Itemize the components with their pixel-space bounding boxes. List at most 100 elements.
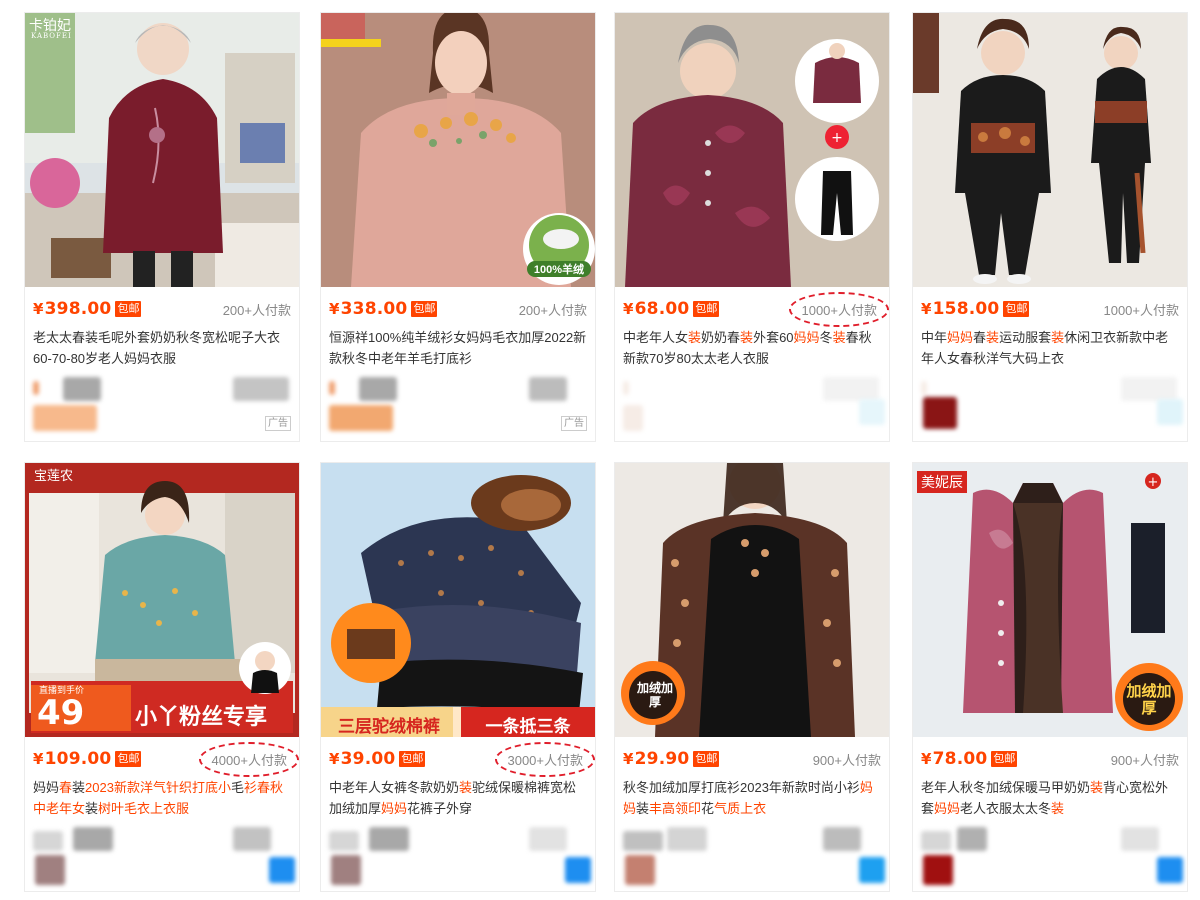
product-card[interactable]: 宝莲农 直播到手价 49 小丫粉丝专享 ¥109.00 包邮 4000+人付款 … (24, 462, 300, 892)
title-text: 老人衣服太太冬 (960, 801, 1052, 816)
title-text: 奶奶春 (701, 330, 741, 345)
product-image[interactable] (913, 13, 1187, 287)
brand-logo: 美妮辰 (917, 471, 967, 493)
product-card[interactable]: 100%羊绒 ¥338.00 包邮 200+人付款 恒源祥100%纯羊绒衫女妈妈… (320, 12, 596, 442)
price-row: ¥68.00 包邮 1000+人付款 (623, 291, 889, 327)
title-keyword-highlight: 装 (1090, 780, 1104, 795)
price: ¥109.00 (33, 749, 112, 769)
feature-badge: 加绒加厚 (636, 681, 673, 709)
price-row: ¥158.00 包邮 1000+人付款 (921, 297, 1179, 321)
free-shipping-badge: 包邮 (115, 301, 142, 317)
product-title[interactable]: 秋冬加绒加厚打底衫2023年新款时尚小衫妈妈装丰高领印花气质上衣 (623, 777, 881, 821)
title-text: 冬 (819, 330, 833, 345)
price: ¥68.00 (623, 299, 690, 319)
price-row: ¥338.00 包邮 200+人付款 (329, 297, 587, 321)
product-image[interactable]: 卡铂妃 KABOFEI (25, 13, 299, 287)
title-keyword-highlight: 丰高领印 (649, 801, 702, 816)
product-card[interactable]: 三层驼绒棉裤 一条抵三条 ¥39.00 包邮 3000+人付款 中老年人女裤冬款… (320, 462, 596, 892)
product-title[interactable]: 老年人秋冬加绒保暖马甲奶奶装背心宽松外套妈妈老人衣服太太冬装 (921, 777, 1179, 821)
title-keyword-highlight: 妈妈 (793, 330, 820, 345)
banner-right-text: 一条抵三条 (485, 717, 571, 736)
paid-count: 200+人付款 (518, 302, 587, 318)
price-row: ¥39.00 包邮 3000+人付款 (329, 741, 595, 777)
material-badge: 100%羊绒 (527, 261, 591, 277)
title-text: 外套60 (753, 330, 794, 345)
shop-logo-blurred (35, 855, 65, 885)
product-title[interactable]: 中老年人女装奶奶春装外套60妈妈冬装春秋新款70岁80太太老人衣服 (623, 327, 881, 371)
title-keyword-highlight: 装 (832, 330, 846, 345)
product-image[interactable]: + 美妮辰 加绒加厚 (913, 463, 1187, 737)
paid-count: 1000+人付款 (1103, 302, 1179, 318)
shop-logo-blurred (331, 855, 361, 885)
free-shipping-badge: 包邮 (693, 301, 720, 317)
ad-label: 广告 (265, 416, 291, 431)
title-keyword-highlight: 妈妈 (947, 330, 974, 345)
ad-label: 广告 (561, 416, 587, 431)
free-shipping-badge: 包邮 (693, 751, 720, 767)
promo-price: 49 (37, 693, 85, 733)
product-title[interactable]: 中老年人女裤冬款奶奶装驼绒保暖棉裤宽松加绒加厚妈妈花裤子外穿 (329, 777, 587, 821)
product-image[interactable]: + (615, 13, 889, 287)
free-shipping-badge: 包邮 (399, 751, 426, 767)
free-shipping-badge: 包邮 (115, 751, 142, 767)
product-card[interactable]: + ¥68.00 包邮 1000+人付款 中老年人女装奶奶春装外套60妈妈冬装春… (614, 12, 890, 442)
shop-info-blurred (921, 377, 1179, 401)
title-keyword-highlight: 装 (740, 330, 754, 345)
title-text: 春 (973, 330, 987, 345)
product-card[interactable]: 卡铂妃 KABOFEI ¥398.00 包邮 200+人付款 老太太春装毛呢外套… (24, 12, 300, 442)
title-keyword-highlight: 装 (688, 330, 702, 345)
feature-badge: 加绒加厚 (1126, 683, 1172, 717)
product-grid: 卡铂妃 KABOFEI ¥398.00 包邮 200+人付款 老太太春装毛呢外套… (0, 0, 1200, 900)
promo-text: 小丫粉丝专享 (135, 704, 268, 729)
banner-left-text: 三层驼绒棉裤 (338, 717, 440, 736)
title-keyword-highlight: 妈妈 (934, 801, 961, 816)
shop-info-blurred (33, 377, 291, 401)
product-image[interactable]: 加绒加厚 (615, 463, 889, 737)
product-title[interactable]: 中年妈妈春装运动服套装休闲卫衣新款中老年人女春秋洋气大码上衣 (921, 327, 1179, 371)
title-text: 中老年人女裤冬款奶奶 (329, 780, 460, 795)
product-card[interactable]: ¥158.00 包邮 1000+人付款 中年妈妈春装运动服套装休闲卫衣新款中老年… (912, 12, 1188, 442)
shop-info-blurred (329, 377, 587, 401)
shop-logo-blurred (625, 855, 655, 885)
title-keyword-highlight: 2023新款洋气针织打底小 (85, 780, 231, 795)
title-text: 花 (701, 801, 715, 816)
paid-count: 900+人付款 (812, 752, 881, 768)
title-text: 花裤子外穿 (407, 801, 473, 816)
title-text: 中年 (921, 330, 948, 345)
price: ¥338.00 (329, 299, 408, 319)
product-image[interactable]: 宝莲农 直播到手价 49 小丫粉丝专享 (25, 463, 299, 737)
product-image[interactable]: 三层驼绒棉裤 一条抵三条 (321, 463, 595, 737)
title-text: 毛 (230, 780, 244, 795)
price-row: ¥78.00 包邮 900+人付款 (921, 747, 1179, 771)
product-title[interactable]: 妈妈春装2023新款洋气针织打底小毛衫春秋中老年女装树叶毛衣上衣服 (33, 777, 291, 821)
title-keyword-highlight: 春 (59, 780, 73, 795)
shop-logo-blurred (33, 405, 97, 431)
paid-count: 900+人付款 (1110, 752, 1179, 768)
product-title[interactable]: 老太太春装毛呢外套奶奶秋冬宽松呢子大衣60-70-80岁老人妈妈衣服 (33, 327, 291, 371)
title-text: 运动服套 (999, 330, 1052, 345)
title-keyword-highlight: 气质上衣 (714, 801, 767, 816)
product-image[interactable]: 100%羊绒 (321, 13, 595, 287)
product-card[interactable]: + 美妮辰 加绒加厚 ¥78.00 包邮 900+人付款 老年人秋冬加绒保暖马甲… (912, 462, 1188, 892)
product-title[interactable]: 恒源祥100%纯羊绒衫女妈妈毛衣加厚2022新款秋冬中老年羊毛打底衫 (329, 327, 587, 371)
title-text: 装 (85, 801, 99, 816)
shop-icon-blurred (1157, 399, 1183, 425)
svg-text:+: + (831, 130, 843, 146)
title-keyword-highlight: 装 (459, 780, 473, 795)
shop-icon-blurred (859, 399, 885, 425)
shop-info-blurred (921, 827, 1179, 851)
free-shipping-badge: 包邮 (1003, 301, 1030, 317)
shop-logo-blurred (923, 855, 953, 885)
title-keyword-highlight: 装 (1051, 330, 1065, 345)
price: ¥398.00 (33, 299, 112, 319)
svg-text:+: + (1148, 475, 1159, 490)
product-card[interactable]: 加绒加厚 ¥29.90 包邮 900+人付款 秋冬加绒加厚打底衫2023年新款时… (614, 462, 890, 892)
shop-info-blurred (329, 827, 587, 851)
title-keyword-highlight: 装 (986, 330, 1000, 345)
title-text: 装 (72, 780, 86, 795)
price-row: ¥29.90 包邮 900+人付款 (623, 747, 881, 771)
brand-logo-sub: KABOFEI (31, 32, 72, 40)
title-keyword-highlight: 装 (1051, 801, 1065, 816)
title-keyword-highlight: 妈妈 (381, 801, 408, 816)
title-text: 中老年人女 (623, 330, 689, 345)
